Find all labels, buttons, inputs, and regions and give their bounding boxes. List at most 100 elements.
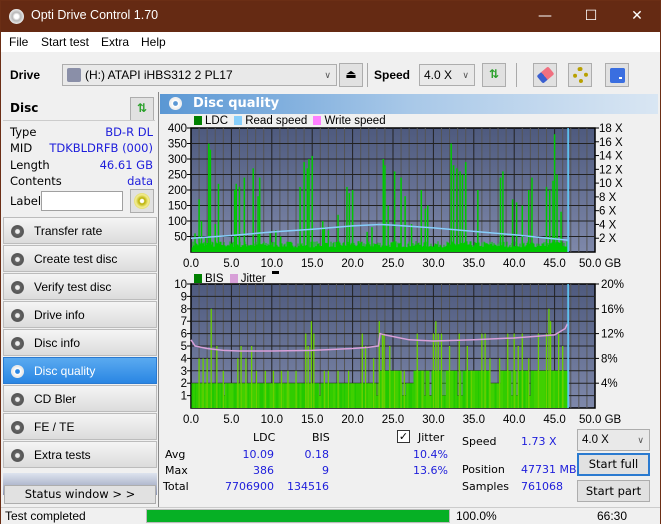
- label-input[interactable]: [41, 191, 123, 211]
- chevron-down-icon: ∨: [324, 70, 331, 80]
- x-tick-label: 40.0: [503, 414, 525, 426]
- bis-chart: 12345678910 4% 8% 12% 16% 20% 0.0 5.0 10.0 15.0 20…: [174, 279, 624, 426]
- nav-label: Extra tests: [34, 448, 91, 462]
- extra-tests-icon: [11, 449, 24, 462]
- samples-value: 761068: [521, 480, 563, 493]
- y-tick-label: 6: [181, 329, 187, 341]
- status-text: Test completed: [5, 509, 86, 523]
- y-tick-label: 7: [181, 316, 187, 328]
- x-tick-label: 25.0: [382, 414, 404, 426]
- y2-tick-label: 12 X: [599, 164, 623, 176]
- nav-create-test-disc[interactable]: Create test disc: [3, 245, 157, 272]
- x-tick-label: 35.0: [463, 258, 485, 270]
- test-speed-select[interactable]: 4.0 X ∨: [577, 429, 650, 451]
- x-tick-label: 40.0: [503, 258, 525, 270]
- x-tick-label: 20.0: [341, 414, 363, 426]
- drive-select[interactable]: (H:) ATAPI iHBS312 2 PL17 ∨: [62, 64, 337, 86]
- erase-button[interactable]: [533, 63, 557, 87]
- x-tick-label: 10.0: [261, 414, 283, 426]
- nav-verify-test-disc[interactable]: Verify test disc: [3, 273, 157, 300]
- y-tick-label: 400: [168, 123, 187, 135]
- panel-title: Disc quality: [193, 96, 280, 111]
- refresh-button[interactable]: ⇅: [482, 63, 506, 87]
- maximize-button[interactable]: ☐: [568, 1, 614, 32]
- x-tick-label: 5.0: [223, 414, 239, 426]
- disc-type-label: Type: [10, 125, 37, 139]
- nav-drive-info[interactable]: Drive info: [3, 301, 157, 328]
- toolbar: Drive (H:) ATAPI iHBS312 2 PL17 ∨ ⏏ Spee…: [1, 52, 660, 92]
- app-window: Opti Drive Control 1.70 — ☐ ✕ File Start…: [0, 0, 661, 524]
- start-full-button[interactable]: Start full: [577, 453, 650, 476]
- refresh-icon: ⇅: [136, 101, 148, 115]
- bis-max: 9: [322, 464, 329, 477]
- speed-select[interactable]: 4.0 X ∨: [419, 64, 475, 86]
- y2-tick-label: 16%: [601, 304, 624, 316]
- stats-header-ldc: LDC: [253, 431, 276, 444]
- disc-contents-value: data: [127, 174, 153, 188]
- y2-tick-label: 12%: [601, 329, 624, 341]
- window-title: Opti Drive Control 1.70: [31, 8, 159, 22]
- settings-button[interactable]: [568, 63, 592, 87]
- status-bar: Test completed 100.0% 66:30: [1, 507, 660, 524]
- x-tick-label: 30.0: [422, 258, 444, 270]
- toolbar-separator: [516, 63, 517, 87]
- menu-file[interactable]: File: [9, 35, 28, 49]
- disc-info-icon: [11, 337, 24, 350]
- disc-length-label: Length: [10, 158, 50, 172]
- y-tick-label: 250: [168, 170, 187, 182]
- y-tick-label: 10: [174, 279, 187, 291]
- create-disc-icon: [11, 253, 24, 266]
- disc-mid-label: MID: [10, 141, 33, 155]
- eject-icon: ⏏: [345, 67, 357, 81]
- disc-mid-value: TDKBLDRFB (000): [49, 141, 153, 155]
- x-tick-label: 35.0: [463, 414, 485, 426]
- menu-extra[interactable]: Extra: [101, 35, 129, 49]
- nav-label: Verify test disc: [34, 280, 112, 294]
- bis-avg: 0.18: [304, 448, 330, 461]
- position-value: 47731 MB: [521, 463, 577, 476]
- menu-help[interactable]: Help: [141, 35, 166, 49]
- nav-transfer-rate[interactable]: Transfer rate: [3, 217, 157, 244]
- stats-header-bis: BIS: [312, 431, 330, 444]
- nav-fe-te[interactable]: FE / TE: [3, 413, 157, 440]
- disc-header-title: Disc: [10, 101, 39, 115]
- speed-label: Speed: [374, 68, 411, 82]
- drive-select-value: (H:) ATAPI iHBS312 2 PL17: [85, 68, 233, 82]
- nav-disc-quality[interactable]: Disc quality: [3, 357, 157, 384]
- x-tick-label: 10.0: [261, 258, 283, 270]
- y-tick-label: 5: [181, 341, 187, 353]
- nav-disc-info[interactable]: Disc info: [3, 329, 157, 356]
- y2-tick-label: 20%: [601, 279, 624, 291]
- stats-total-label: Total: [163, 480, 189, 493]
- disc-refresh-button[interactable]: ⇅: [130, 97, 154, 121]
- y-tick-label: 8: [181, 304, 187, 316]
- toolbar-separator: [367, 63, 368, 87]
- y-tick-label: 3: [181, 366, 187, 378]
- disc-contents-label: Contents: [10, 174, 62, 188]
- nav-extra-tests[interactable]: Extra tests: [3, 441, 157, 468]
- nav-cd-bler[interactable]: CD Bler: [3, 385, 157, 412]
- y-tick-label: 200: [168, 185, 187, 197]
- speed-value: 1.73 X: [521, 435, 557, 448]
- eject-button[interactable]: ⏏: [339, 63, 363, 87]
- x-tick-label: 50.0 GB: [579, 414, 622, 426]
- start-part-button[interactable]: Start part: [577, 480, 650, 502]
- progress-bar: [146, 509, 450, 523]
- x-tick-label: 50.0 GB: [579, 258, 622, 270]
- y-tick-label: 2: [181, 378, 187, 390]
- minimize-button[interactable]: —: [522, 1, 568, 32]
- menu-start-test[interactable]: Start test: [41, 35, 89, 49]
- x-tick-label: 0.0: [183, 414, 199, 426]
- y2-tick-label: 14 X: [599, 151, 623, 163]
- y2-tick-label: 16 X: [599, 137, 623, 149]
- disc-mid-row: MID TDKBLDRFB (000): [10, 141, 153, 157]
- status-window-button[interactable]: Status window > >: [4, 485, 156, 504]
- close-button[interactable]: ✕: [614, 1, 660, 32]
- y2-tick-label: 10 X: [599, 178, 623, 190]
- x-tick-label: 15.0: [301, 414, 323, 426]
- save-button[interactable]: [605, 63, 629, 87]
- title-bar: Opti Drive Control 1.70 — ☐ ✕: [1, 1, 660, 32]
- x-tick-label: 45.0: [543, 258, 565, 270]
- label-disc-button[interactable]: [130, 189, 154, 213]
- jitter-checkbox[interactable]: ✓: [397, 430, 410, 443]
